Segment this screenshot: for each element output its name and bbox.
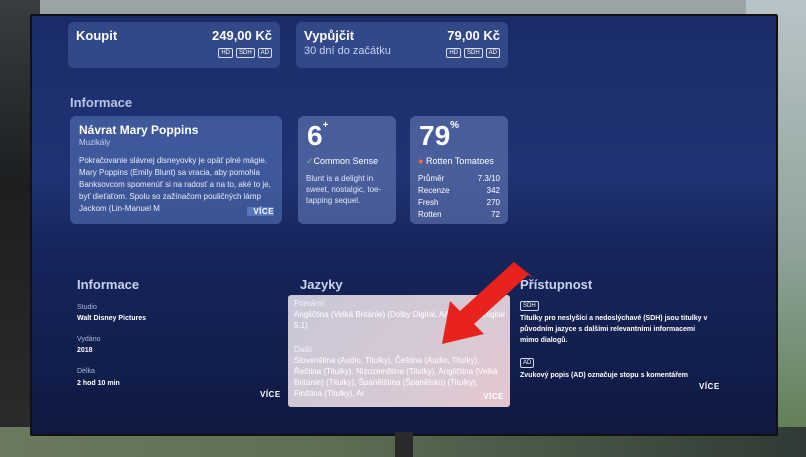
red-arrow-icon	[442, 262, 534, 344]
tv-stand	[395, 432, 413, 457]
tv-screen: Koupit 249,00 Kč HD SDH AD Vypůjčit 30 d…	[30, 14, 778, 436]
